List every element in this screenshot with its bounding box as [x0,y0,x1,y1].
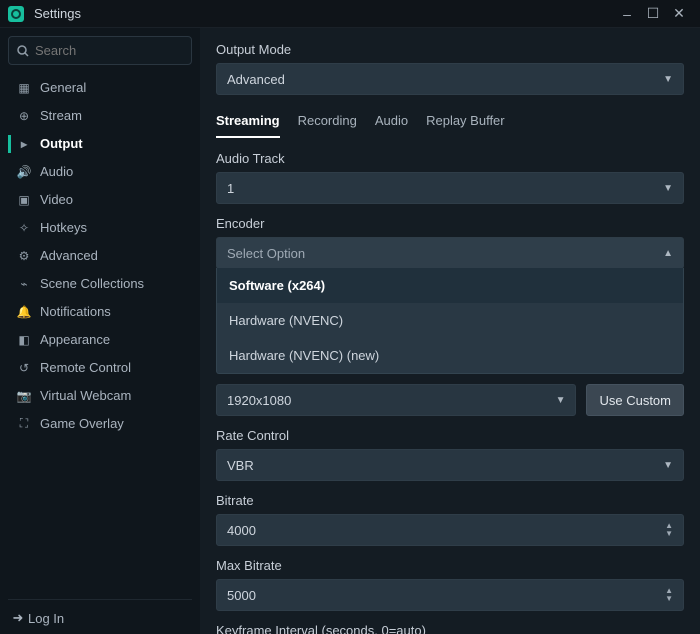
spinner-icon[interactable]: ▲▼ [665,587,673,603]
sidebar-item-virtual-webcam[interactable]: 📷 Virtual Webcam [8,382,192,409]
max-bitrate-label: Max Bitrate [216,558,684,573]
sidebar-item-label: Advanced [40,248,98,263]
rate-control-value: VBR [227,458,663,473]
sidebar-item-icon: ▦ [14,81,34,95]
sidebar-item-icon: ⚙ [14,249,34,263]
sidebar-item-notifications[interactable]: 🔔 Notifications [8,298,192,325]
login-icon: ➜ [8,610,28,626]
chevron-up-icon: ▲ [663,248,673,259]
sidebar-item-icon: ⌁ [14,277,34,291]
minimize-button[interactable]: – [614,6,640,22]
sidebar-item-general[interactable]: ▦ General [8,74,192,101]
chevron-down-icon: ▼ [663,460,673,471]
audio-track-select[interactable]: 1 ▼ [216,172,684,204]
max-bitrate-input[interactable]: 5000 ▲▼ [216,579,684,611]
sidebar-item-icon: 🔊 [14,165,34,179]
login-button[interactable]: ➜ Log In [8,599,192,626]
rate-control-select[interactable]: VBR ▼ [216,449,684,481]
sidebar-item-appearance[interactable]: ◧ Appearance [8,326,192,353]
max-bitrate-value: 5000 [227,588,665,603]
sidebar-item-audio[interactable]: 🔊 Audio [8,158,192,185]
tab-streaming[interactable]: Streaming [216,113,280,138]
search-box[interactable] [8,36,192,65]
sidebar-item-label: Appearance [40,332,110,347]
sidebar-item-label: Hotkeys [40,220,87,235]
encoder-placeholder: Select Option [227,246,663,261]
encoder-option[interactable]: Software (x264) [217,268,683,303]
use-custom-button[interactable]: Use Custom [586,384,684,416]
tab-replay-buffer[interactable]: Replay Buffer [426,113,505,138]
sidebar: ▦ General ⊕ Stream ▸ Output 🔊 Audio ▣ Video ✧ Hotke… [0,28,200,634]
sidebar-item-hotkeys[interactable]: ✧ Hotkeys [8,214,192,241]
maximize-button[interactable]: ☐ [640,5,666,22]
output-tabs: Streaming Recording Audio Replay Buffer [216,113,684,139]
chevron-down-icon: ▼ [663,183,673,194]
sidebar-item-label: Scene Collections [40,276,144,291]
spinner-icon[interactable]: ▲▼ [665,522,673,538]
use-custom-label: Use Custom [599,393,671,408]
bitrate-input[interactable]: 4000 ▲▼ [216,514,684,546]
sidebar-item-video[interactable]: ▣ Video [8,186,192,213]
sidebar-item-icon: ↺ [14,361,34,375]
keyframe-label: Keyframe Interval (seconds, 0=auto) [216,623,684,634]
tab-recording[interactable]: Recording [298,113,357,138]
sidebar-item-label: Game Overlay [40,416,124,431]
sidebar-item-icon: 🔔 [14,305,34,319]
encoder-option[interactable]: Hardware (NVENC) [217,303,683,338]
sidebar-item-label: Audio [40,164,73,179]
output-mode-label: Output Mode [216,42,684,57]
encoder-option[interactable]: Hardware (NVENC) (new) [217,338,683,373]
sidebar-item-icon: 📷 [14,389,34,403]
encoder-select[interactable]: Select Option ▲ [216,237,684,269]
sidebar-item-icon: ▸ [14,137,34,151]
login-label: Log In [28,611,64,626]
bitrate-value: 4000 [227,523,665,538]
audio-track-value: 1 [227,181,663,196]
sidebar-item-label: Output [40,136,83,151]
content-pane: Output Mode Advanced ▼ Streaming Recordin… [200,28,700,634]
audio-track-label: Audio Track [216,151,684,166]
encoder-label: Encoder [216,216,684,231]
sidebar-item-stream[interactable]: ⊕ Stream [8,102,192,129]
sidebar-nav: ▦ General ⊕ Stream ▸ Output 🔊 Audio ▣ Video ✧ Hotke… [8,73,192,593]
window-title: Settings [34,6,81,21]
sidebar-item-label: Remote Control [40,360,131,375]
sidebar-item-remote-control[interactable]: ↺ Remote Control [8,354,192,381]
encoder-dropdown: Software (x264)Hardware (NVENC)Hardware … [216,268,684,374]
search-icon [17,45,29,57]
sidebar-item-advanced[interactable]: ⚙ Advanced [8,242,192,269]
close-button[interactable]: ✕ [666,5,692,22]
sidebar-item-output[interactable]: ▸ Output [8,130,192,157]
titlebar: Settings – ☐ ✕ [0,0,700,28]
sidebar-item-label: Virtual Webcam [40,388,131,403]
output-mode-select[interactable]: Advanced ▼ [216,63,684,95]
resolution-select[interactable]: 1920x1080 ▼ [216,384,576,416]
sidebar-item-label: Stream [40,108,82,123]
sidebar-item-label: Video [40,192,73,207]
search-input[interactable] [35,43,211,58]
chevron-down-icon: ▼ [556,395,566,406]
sidebar-item-label: Notifications [40,304,111,319]
tab-audio[interactable]: Audio [375,113,408,138]
app-logo-icon [8,6,24,22]
rate-control-label: Rate Control [216,428,684,443]
sidebar-item-icon: ⛶ [14,416,34,431]
chevron-down-icon: ▼ [663,74,673,85]
bitrate-label: Bitrate [216,493,684,508]
resolution-value: 1920x1080 [227,393,556,408]
sidebar-item-icon: ▣ [14,193,34,207]
sidebar-item-icon: ◧ [14,333,34,347]
sidebar-item-game-overlay[interactable]: ⛶ Game Overlay [8,410,192,437]
sidebar-item-scene-collections[interactable]: ⌁ Scene Collections [8,270,192,297]
sidebar-item-icon: ✧ [14,221,34,235]
output-mode-value: Advanced [227,72,663,87]
sidebar-item-label: General [40,80,86,95]
sidebar-item-icon: ⊕ [14,109,34,123]
